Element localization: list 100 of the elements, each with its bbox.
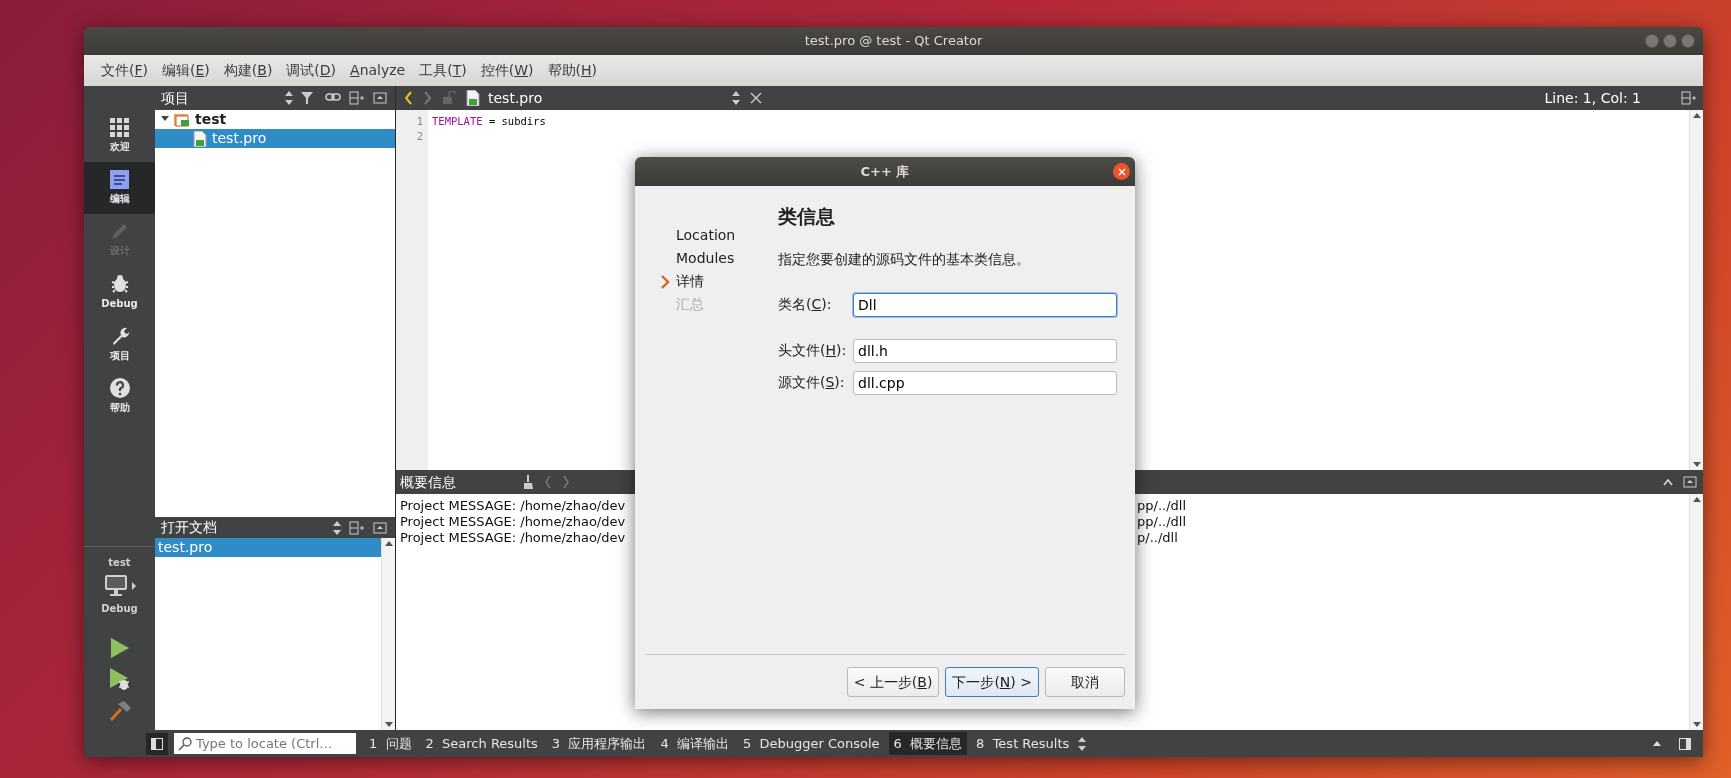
document-item[interactable]: test.pro [155,538,381,557]
page-description: 指定您要创建的源码文件的基本类信息。 [778,249,1031,269]
window-title: test.pro @ test - Qt Creator [804,32,983,51]
menu-item[interactable]: 工具(T) [412,60,474,81]
up-arrow-icon[interactable] [1653,741,1661,746]
input-field[interactable]: Dll [853,292,1117,317]
scroll-down-icon[interactable] [1692,722,1701,727]
run-icon[interactable] [110,638,129,658]
scroll-up-icon[interactable] [384,541,393,546]
scrollbar[interactable] [1689,494,1703,730]
input-field[interactable]: dll.h [853,338,1117,363]
menu-item[interactable]: 帮助(H) [540,60,604,81]
debug-run-icon[interactable] [109,668,130,690]
lock-icon [442,91,456,105]
kit-selector[interactable] [103,574,136,597]
dialog-button[interactable]: < 上一步(B) [846,667,940,697]
output-tab[interactable]: 1 问题 [364,731,417,756]
output-tab[interactable]: 6 概要信息 [888,731,968,756]
field-label: 头文件(H): [778,341,848,361]
dialog-button[interactable]: 取消 [1045,667,1125,697]
mode-button[interactable]: 帮助 [84,370,155,422]
close-pane-icon[interactable] [373,91,389,105]
wizard-step: Location [676,225,736,246]
pencil-icon [110,222,129,241]
output-line: Project MESSAGE: /home/zhao/dev [399,498,627,514]
line-number: 1 [415,114,423,129]
tree-item[interactable]: test [155,110,395,129]
close-pane-icon[interactable] [1683,475,1697,489]
output-tab[interactable]: 8 Test Results [971,731,1075,756]
sort-icon[interactable] [333,520,341,535]
output-line: Project MESSAGE: /home/zhao/dev [399,530,627,546]
split-icon[interactable] [1681,91,1697,105]
output-tab[interactable]: 5 Debugger Console [737,731,885,756]
sort-icon[interactable] [732,91,741,105]
output-tab[interactable]: 3 应用程序输出 [546,731,652,756]
sidebar-icon [151,737,163,750]
dialog-button[interactable]: 下一步(N) > [945,667,1039,697]
code-line: TEMPLATE = subdirs [432,114,546,129]
back-icon[interactable] [404,91,413,105]
mode-button[interactable]: 编辑 [84,162,155,214]
input-field[interactable]: dll.cpp [853,370,1117,395]
page-heading: 类信息 [778,204,836,229]
build-config-label: Debug [101,602,138,616]
menu-item[interactable]: Analyze [343,60,413,81]
split-icon[interactable] [349,520,365,535]
menu-item[interactable]: 文件(F) [94,60,155,81]
hammer-icon[interactable] [108,700,131,722]
wizard-step: 汇总 [676,294,704,315]
scrollbar[interactable] [381,538,395,730]
cursor-position: Line: 1, Col: 1 [1544,88,1641,108]
field-label: 类名(C): [778,295,833,315]
file-icon [193,130,207,147]
monitor-icon [103,574,128,597]
search-icon [178,736,192,751]
menu-item[interactable]: 构建(B) [216,60,280,81]
output-tab[interactable]: 4 编译输出 [655,731,734,756]
scroll-down-icon[interactable] [1692,462,1701,467]
mode-button[interactable]: 项目 [84,318,155,370]
sidebar-toggle-button[interactable] [146,732,168,755]
output-line: pp/../dll [1137,498,1187,514]
pane-title: 打开文档 [161,518,218,537]
close-pane-icon[interactable] [373,520,389,535]
clear-icon[interactable] [524,475,534,489]
output-line: p/../dll [1137,530,1179,546]
maximize-button[interactable] [1663,34,1677,48]
line-number: 2 [415,129,423,144]
bug-icon [109,273,130,294]
mode-button[interactable]: 欢迎 [84,110,155,162]
mode-button[interactable]: Debug [84,266,155,318]
scroll-up-icon[interactable] [1692,113,1701,118]
project-label: test [108,556,131,570]
minimize-button[interactable] [1645,34,1659,48]
close-button[interactable] [1113,163,1130,180]
field-label: 源文件(S): [778,373,846,393]
wizard-step: 详情 [676,271,704,292]
pane-title: 项目 [161,88,190,108]
menu-item[interactable]: 调试(D) [279,60,344,81]
split-icon[interactable] [349,91,365,105]
maximize-icon[interactable] [1663,477,1673,487]
tree-item[interactable]: test.pro [155,129,395,148]
sort-icon[interactable] [285,91,293,105]
menu-item[interactable]: 控件(W) [473,60,541,81]
close-icon [1117,167,1126,176]
output-line: pp/../dll [1137,514,1187,530]
output-tab[interactable]: 2 Search Results [420,731,543,756]
scroll-down-icon[interactable] [384,722,393,727]
locator-field[interactable]: Type to locate (Ctrl… [174,733,356,754]
scrollbar[interactable] [1689,110,1703,470]
grid-icon [110,118,129,137]
file-tab[interactable]: test.pro [488,87,543,109]
sort-icon[interactable] [1078,736,1087,751]
help-icon [109,377,130,398]
dialog-title: C++ 库 [860,162,910,181]
pane-title: 概要信息 [400,472,456,492]
close-icon[interactable] [750,92,763,104]
file-icon [466,90,480,106]
menu-item[interactable]: 编辑(E) [155,60,217,81]
scroll-up-icon[interactable] [1692,497,1701,502]
sidebar-icon[interactable] [1679,737,1691,750]
wizard-step: Modules [676,248,735,269]
